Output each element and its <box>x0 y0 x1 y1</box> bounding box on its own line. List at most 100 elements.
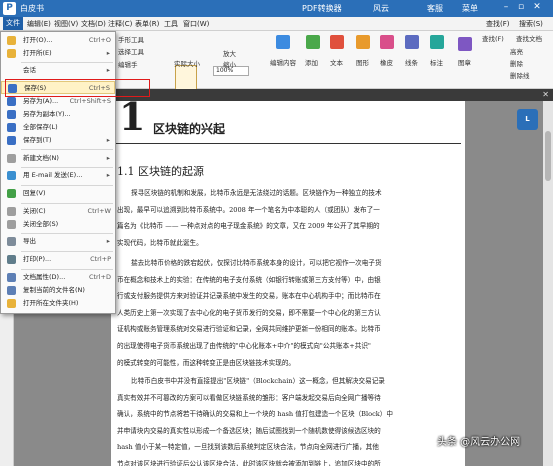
close-icon[interactable]: ✕ <box>531 2 543 12</box>
menu-separator <box>21 233 113 234</box>
recent-folder-icon <box>7 49 16 58</box>
menu-item-properties[interactable]: 文档属性(D)... Ctrl+D <box>1 271 115 284</box>
document-page: 1 区块链的兴起 1.1 区块链的起源 探寻区块链的机制和发展，比特币永远是无法… <box>111 101 465 466</box>
find-menu-button[interactable]: 查找(F) <box>486 19 510 29</box>
menu-item-new-document[interactable]: 新建文档(N) ▸ <box>1 152 115 165</box>
app-title: 白皮书 <box>20 4 44 13</box>
file-menu-dropdown: 打开(O)... Ctrl+O 打开所(E) ▸ 会话 ▸ 保存(S) Ctrl+S 另… <box>0 31 116 314</box>
shape-label: 图形 <box>356 59 369 67</box>
menu-item-close[interactable]: 关闭(C) Ctrl+W <box>1 205 115 218</box>
callout-icon[interactable] <box>430 35 444 49</box>
para2-line: 币在概念和技术上的实验：在传统的电子支付系统（如银行转账或第三方支付等）中，由银 <box>117 275 381 284</box>
line-icon[interactable] <box>405 35 419 49</box>
add-icon[interactable] <box>306 35 320 49</box>
highlight-annotation-box <box>5 79 150 97</box>
save-to-icon <box>7 136 16 145</box>
highlight-button[interactable]: 高亮 <box>510 46 523 56</box>
properties-icon <box>7 273 16 282</box>
para3-line: 真实有效并不可篡改的方案可以看做区块链系统的雏形：客户端发起交易后向全网广播等待 <box>117 393 381 402</box>
text-icon[interactable] <box>330 35 344 49</box>
save-copy-icon <box>7 110 16 119</box>
para2-line: 的出现使得电子货币系统出现了由传统的"中心化账本+中介"的模式向"公共账本+共识… <box>117 341 371 350</box>
scrollbar-thumb[interactable] <box>545 131 551 181</box>
open-containing-folder-icon <box>7 299 16 308</box>
actual-size-label: 实际大小 <box>174 60 200 68</box>
menu-item-save-copy[interactable]: 另存为副本(Y)... <box>1 108 115 121</box>
menu-separator <box>21 167 113 168</box>
para1-line: 篇名为《比特币 —— 一种点对点的电子现金系统》的文章，又在 2009 年公开了… <box>117 222 380 231</box>
menu-item-close-all[interactable]: 关闭全部(S) <box>1 218 115 231</box>
menu-item-save-all[interactable]: 全部保存(L) <box>1 121 115 134</box>
menu-view[interactable]: 视图(V) <box>54 19 78 29</box>
close-tab-icon[interactable]: ✕ <box>542 90 549 99</box>
menu-button[interactable]: 菜单 <box>462 3 478 14</box>
hand-tool-button[interactable]: 手形工具 <box>118 34 144 44</box>
menu-item-print[interactable]: 打印(P)... Ctrl+P <box>1 253 115 266</box>
menu-document[interactable]: 文档(D) <box>81 19 106 29</box>
shape-icon[interactable] <box>356 35 370 49</box>
para2-line: 证机构或账务管理系统对交易进行验证和记录，全网共同维护更新一份相同的账本。比特币 <box>117 325 381 334</box>
menu-item-open-folder[interactable]: 打开所在文件夹(H) <box>1 297 115 310</box>
menu-bar: 文件 编辑(E) 视图(V) 文档(D) 注释(C) 表单(R) 工具 窗口(W… <box>0 17 553 31</box>
menu-item-revert[interactable]: 回复(V) <box>1 187 115 200</box>
close-all-icon <box>7 220 16 229</box>
para3-line: hash 值小于某一特定值，一旦找到该数后系统判定区块合法，节点向全网进行广播，… <box>117 443 379 452</box>
add-label: 添加 <box>305 59 318 67</box>
callout-label: 标注 <box>430 59 443 67</box>
float-tool-button[interactable]: L <box>517 109 538 130</box>
menu-tools[interactable]: 工具 <box>164 19 178 29</box>
zoom-in-button[interactable]: 放大 <box>223 48 236 58</box>
minimize-icon[interactable]: – <box>500 2 512 12</box>
chapter-rule <box>115 143 461 144</box>
menu-item-session[interactable]: 会话 ▸ <box>1 64 115 77</box>
menu-item-copy-filename[interactable]: 复制当前的文件名(N) <box>1 284 115 297</box>
menu-item-save-to[interactable]: 保存到(T) ▸ <box>1 134 115 147</box>
menu-separator <box>21 185 113 186</box>
close-doc-icon <box>7 207 16 216</box>
zoom-out-button[interactable]: 缩小 <box>223 59 236 69</box>
menu-item-email[interactable]: 用 E-mail 发送(E)... ▸ <box>1 169 115 182</box>
save-all-icon <box>7 123 16 132</box>
para1-line: 实现代码，比特币就此诞生。 <box>117 238 203 247</box>
para3-line: 比特币白皮书中并没有直接提出"区块链"（Blockchain）这一概念，但其解决… <box>131 377 385 385</box>
search-menu-button[interactable]: 搜索(S) <box>519 19 543 29</box>
paragraph-1: 探寻区块链的机制和发展，比特币永远是无法绕过的话题。区块链作为一种独立的技术 出… <box>117 185 457 251</box>
export-icon <box>7 237 16 246</box>
service-button[interactable]: 客服 <box>427 3 443 14</box>
find-toolbar-button[interactable]: 查找(F) <box>482 33 504 43</box>
eraser-icon[interactable] <box>380 35 394 49</box>
para2-line: 的模式转变的可能性，而这种转变正是由区块链技术实现的。 <box>117 358 296 367</box>
menu-item-open-recent[interactable]: 打开所(E) ▸ <box>1 47 115 60</box>
stamp-icon[interactable] <box>458 37 472 51</box>
para3-line: 并申请块内交易的真实性以形成一个备选区块；随后试图找到一个随机数使得该候选区块的 <box>117 426 381 435</box>
menu-form[interactable]: 表单(R) <box>135 19 159 29</box>
watermark: 头条 @风云办公网 <box>437 437 521 448</box>
menu-item-open[interactable]: 打开(O)... Ctrl+O <box>1 34 115 47</box>
menu-file[interactable]: 文件 <box>3 17 23 30</box>
delete-button[interactable]: 删除 <box>510 58 523 68</box>
menu-edit[interactable]: 编辑(E) <box>27 19 51 29</box>
menu-comment[interactable]: 注释(C) <box>108 19 132 29</box>
menu-separator <box>21 203 113 204</box>
strikethrough-button[interactable]: 删除线 <box>510 70 530 80</box>
para1-line: 探寻区块链的机制和发展，比特币永远是无法绕过的话题。区块链作为一种独立的技术 <box>131 189 382 197</box>
vertical-scrollbar[interactable] <box>543 101 553 466</box>
text-label: 文本 <box>330 59 343 67</box>
pdf-converter-button[interactable]: PDF转换器 <box>302 3 342 14</box>
edit-hand-button[interactable]: 编辑手 <box>118 59 138 69</box>
edit-content-icon[interactable] <box>276 35 290 49</box>
eraser-label: 橡皮 <box>380 59 393 67</box>
user-name[interactable]: 风云 <box>373 3 389 14</box>
chapter-number: 1 <box>119 101 146 139</box>
new-document-icon <box>7 154 16 163</box>
save-as-icon <box>7 97 16 106</box>
maximize-icon[interactable]: ▫ <box>515 2 527 12</box>
para2-line: 人类历史上第一次实现了去中心化的电子货币发行的交易，即不需要一个中心化的第三方认 <box>117 308 381 317</box>
stamp-label: 图章 <box>458 59 471 67</box>
menu-separator <box>21 149 113 150</box>
find-document-button[interactable]: 查找文档 <box>516 33 542 43</box>
para3-line: 确认，系统中的节点将若干待确认的交易和上一个块的 hash 值打包建造一个区块（… <box>117 410 393 419</box>
menu-item-export[interactable]: 导出 ▸ <box>1 235 115 248</box>
select-tool-button[interactable]: 选择工具 <box>118 46 144 56</box>
menu-window[interactable]: 窗口(W) <box>183 19 209 29</box>
